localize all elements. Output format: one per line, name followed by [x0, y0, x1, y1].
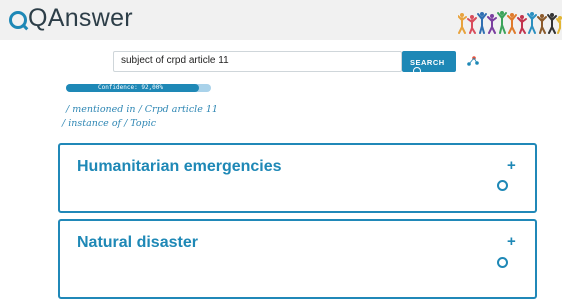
loading-ring-icon: [497, 257, 508, 268]
app-header: QAnswer: [0, 0, 562, 40]
confidence-label: Confidence: 92,00%: [97, 84, 164, 91]
result-card[interactable]: Humanitarian emergencies +: [58, 143, 537, 213]
people-illustration-icon: [458, 11, 562, 34]
loading-ring-icon: [497, 180, 508, 191]
app-logo-text[interactable]: QAnswer: [28, 4, 133, 33]
search-box[interactable]: [113, 51, 402, 72]
qanswer-logo-icon[interactable]: [9, 11, 27, 29]
confidence-bar: Confidence: 92,00%: [66, 84, 211, 92]
plus-icon[interactable]: +: [507, 234, 516, 249]
share-icon[interactable]: [467, 56, 479, 66]
search-icon: [413, 67, 421, 75]
result-card[interactable]: Natural disaster +: [58, 219, 537, 299]
sparql-path-line-2[interactable]: / instance of / Topic: [62, 118, 156, 129]
sparql-path-line-1[interactable]: / mentioned in / Crpd article 11: [66, 104, 218, 115]
search-input[interactable]: [121, 55, 391, 66]
plus-icon[interactable]: +: [507, 158, 516, 173]
search-button[interactable]: SEARCH: [402, 51, 456, 75]
search-button-label: SEARCH: [410, 58, 445, 67]
result-title[interactable]: Humanitarian emergencies: [77, 158, 282, 176]
result-title[interactable]: Natural disaster: [77, 234, 198, 252]
